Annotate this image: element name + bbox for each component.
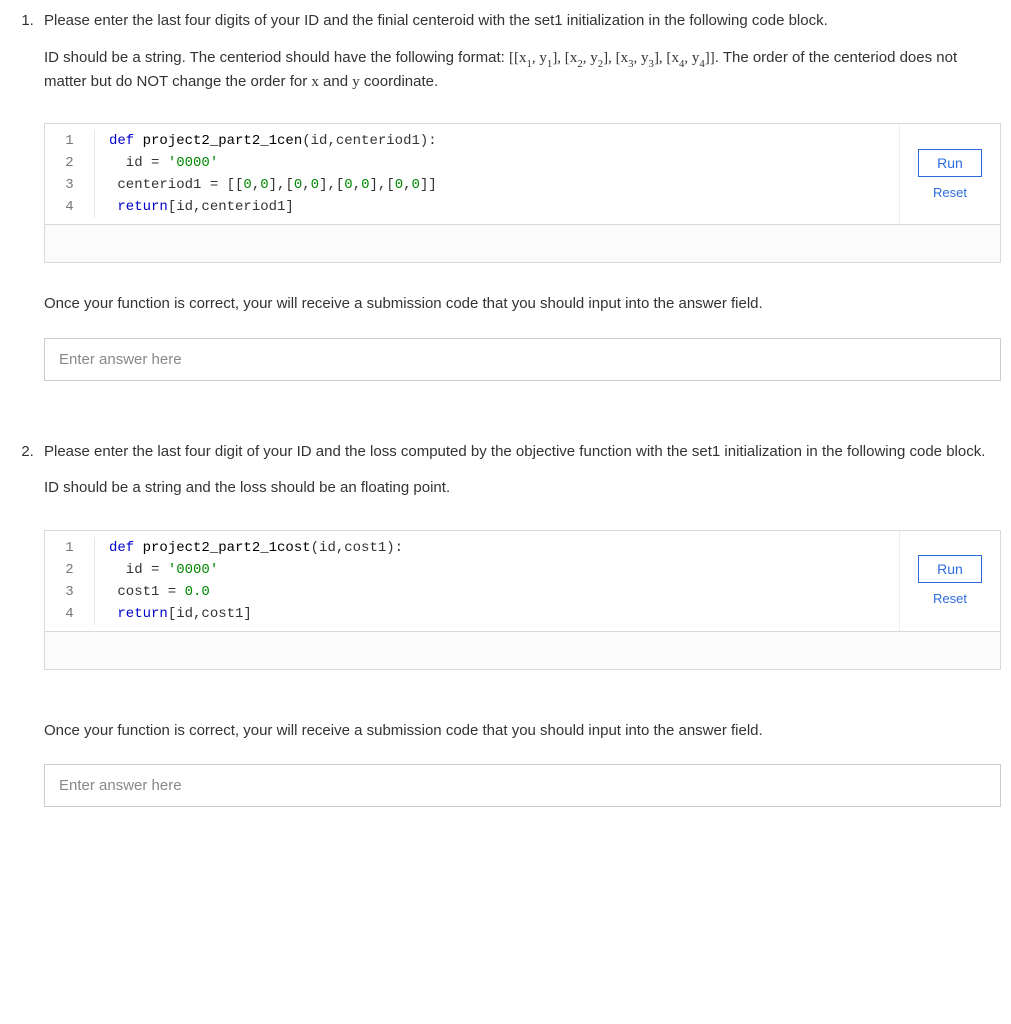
q2-para1: Please enter the last four digit of your… <box>44 441 1001 464</box>
q1-code-editor[interactable]: 1 2 3 4 def project2_part2_1cen(id,cente… <box>45 124 900 224</box>
kw-return: return <box>109 606 168 622</box>
code-text: ],[ <box>269 177 294 193</box>
run-button[interactable]: Run <box>918 555 982 583</box>
code-text: ],[ <box>370 177 395 193</box>
reset-link[interactable]: Reset <box>933 591 967 606</box>
code-text: id = <box>109 155 168 171</box>
line-number: 2 <box>45 559 94 581</box>
code-text: id = <box>109 562 168 578</box>
code-text: ]] <box>420 177 437 193</box>
q2-code-editor[interactable]: 1 2 3 4 def project2_part2_1cost(id,cost… <box>45 531 900 631</box>
q1-xvar: x <box>311 74 319 90</box>
num: 0 <box>243 177 251 193</box>
line-number: 3 <box>45 174 94 196</box>
code-text: , <box>353 177 361 193</box>
num: 0 <box>294 177 302 193</box>
code-text: [id,centeriod1] <box>168 199 294 215</box>
num: 0 <box>361 177 369 193</box>
q1-code-block: 1 2 3 4 def project2_part2_1cen(id,cente… <box>44 123 1001 263</box>
q1-format-math: [[x1, y1], [x2, y2], [x3, y3], [x4, y4]] <box>509 50 715 66</box>
code-text: [id,cost1] <box>168 606 252 622</box>
q1-yvar: y <box>352 74 360 90</box>
q2-para2: ID should be a string and the loss shoul… <box>44 477 1001 500</box>
num: 0 <box>260 177 268 193</box>
q2-code-block: 1 2 3 4 def project2_part2_1cost(id,cost… <box>44 530 1001 670</box>
q1-code-lines: def project2_part2_1cen(id,centeriod1): … <box>95 130 437 218</box>
q1-answer-input[interactable] <box>44 338 1001 381</box>
kw-def: def <box>109 133 143 149</box>
fn-name: project2_part2_1cost <box>143 540 311 556</box>
question-2: Please enter the last four digit of your… <box>38 441 1001 808</box>
q2-output-bar <box>45 631 1000 669</box>
fn-name: project2_part2_1cen <box>143 133 303 149</box>
line-number: 1 <box>45 537 94 559</box>
line-number: 4 <box>45 603 94 625</box>
num: 0 <box>412 177 420 193</box>
q1-para2: ID should be a string. The centeriod sho… <box>44 47 1001 94</box>
run-button[interactable]: Run <box>918 149 982 177</box>
q1-output-bar <box>45 224 1000 262</box>
line-number: 1 <box>45 130 94 152</box>
q2-gutter: 1 2 3 4 <box>45 537 95 625</box>
q1-para2-c: coordinate. <box>360 73 438 90</box>
num: 0 <box>311 177 319 193</box>
line-number: 4 <box>45 196 94 218</box>
str-literal: '0000' <box>168 562 218 578</box>
kw-def: def <box>109 540 143 556</box>
q1-para1: Please enter the last four digits of you… <box>44 10 1001 33</box>
q1-para2-a: ID should be a string. The centeriod sho… <box>44 49 509 66</box>
q1-and: and <box>319 73 352 90</box>
q1-gutter: 1 2 3 4 <box>45 130 95 218</box>
code-text: ],[ <box>319 177 344 193</box>
q2-code-lines: def project2_part2_1cost(id,cost1): id =… <box>95 537 403 625</box>
code-text: , <box>403 177 411 193</box>
num: 0 <box>395 177 403 193</box>
fn-sig: (id,cost1): <box>311 540 403 556</box>
q2-answer-input[interactable] <box>44 764 1001 807</box>
code-text: cost1 = <box>109 584 185 600</box>
num: 0.0 <box>185 584 210 600</box>
line-number: 3 <box>45 581 94 603</box>
reset-link[interactable]: Reset <box>933 185 967 200</box>
code-text: centeriod1 = [[ <box>109 177 243 193</box>
fn-sig: (id,centeriod1): <box>302 133 436 149</box>
line-number: 2 <box>45 152 94 174</box>
kw-return: return <box>109 199 168 215</box>
code-text: , <box>302 177 310 193</box>
num: 0 <box>344 177 352 193</box>
q1-post-text: Once your function is correct, your will… <box>44 293 1001 316</box>
question-1: Please enter the last four digits of you… <box>38 10 1001 381</box>
str-literal: '0000' <box>168 155 218 171</box>
q2-post-text: Once your function is correct, your will… <box>44 720 1001 743</box>
code-text: , <box>252 177 260 193</box>
